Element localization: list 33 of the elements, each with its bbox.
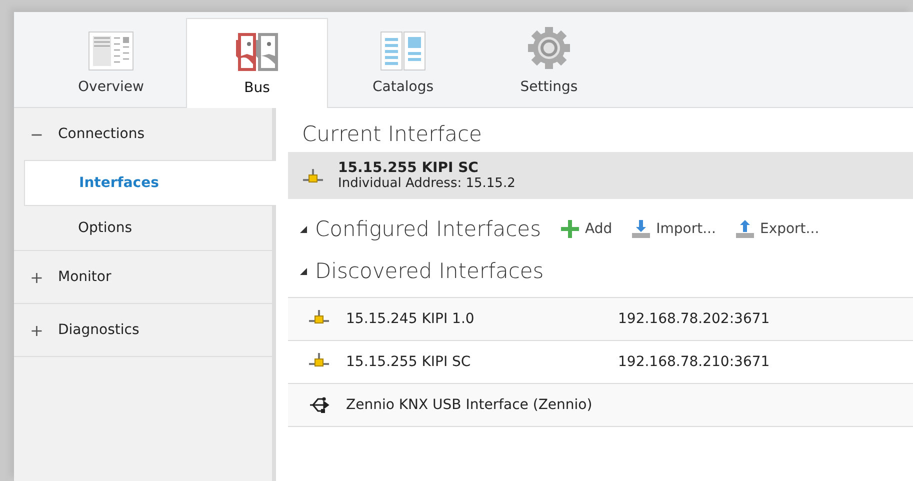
expander-icon: − — [30, 124, 44, 144]
tab[interactable]: Overview — [40, 18, 182, 107]
interface-address: Individual Address: 15.15.2 — [338, 176, 516, 191]
section-title: Current Interface — [302, 122, 483, 146]
tab[interactable]: Bus — [186, 18, 328, 108]
toolbar-button[interactable]: Add — [561, 220, 612, 238]
expander-icon: + — [30, 268, 44, 286]
interface-list-item[interactable]: Zennio KNX USB Interface (Zennio) — [288, 384, 913, 427]
upload-icon — [736, 220, 754, 238]
section-title: Configured Interfaces — [315, 217, 542, 241]
expander-icon: + — [30, 320, 44, 340]
books-icon — [380, 31, 426, 71]
interface-list-item[interactable]: 15.15.245 KIPI 1.0 192.168.78.202:3671 — [288, 298, 913, 341]
faces-icon — [234, 32, 280, 72]
gear-icon — [526, 25, 572, 71]
tab[interactable]: Catalogs — [332, 18, 474, 107]
network-icon — [302, 168, 324, 184]
download-icon — [632, 220, 650, 238]
plus-icon — [561, 220, 580, 238]
sidebar-group[interactable]: + Monitor — [14, 251, 272, 303]
sidebar-group[interactable]: + Diagnostics — [14, 304, 272, 356]
expand-triangle-icon[interactable] — [300, 226, 307, 232]
sidebar-item[interactable]: Interfaces — [24, 160, 276, 206]
toolbar-button[interactable]: Export... — [736, 220, 820, 238]
toolbar-button[interactable]: Import... — [632, 220, 716, 238]
sidebar-group[interactable]: − Connections — [14, 108, 272, 160]
interface-name: 15.15.255 KIPI SC — [338, 160, 480, 176]
expand-triangle-icon[interactable] — [300, 268, 307, 274]
document-icon — [88, 31, 134, 71]
sidebar-item[interactable]: Options — [24, 206, 272, 250]
tab[interactable]: Settings — [478, 18, 620, 107]
section-title: Discovered Interfaces — [315, 259, 544, 283]
usb-icon — [308, 395, 330, 415]
